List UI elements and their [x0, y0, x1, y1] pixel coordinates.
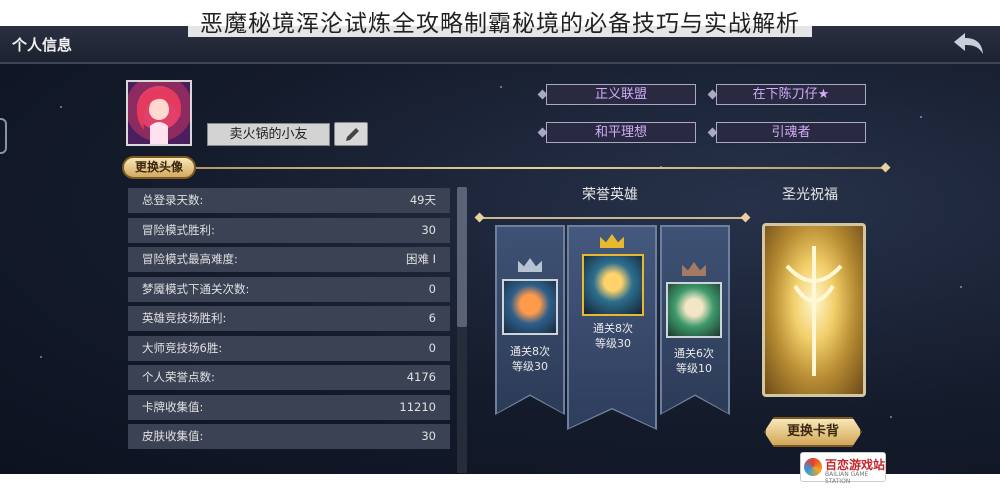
- stat-row: 个人荣誉点数: 4176: [128, 365, 450, 390]
- honor-heroes-title: 荣誉英雄: [582, 187, 638, 203]
- change-avatar-button[interactable]: 更换头像: [122, 156, 196, 179]
- watermark-subtitle: BAILIAN GAME STATION: [825, 471, 869, 485]
- game-screen: 个人信息 卖火锅的小友 更换头像 正义联盟 在下陈刀仔★ 和平理想 引魂者 总登…: [0, 26, 1000, 474]
- stat-row: 冒险模式胜利: 30: [128, 218, 450, 243]
- hero-portrait-2[interactable]: [582, 254, 644, 316]
- stat-row: 总登录天数: 49天: [128, 188, 450, 213]
- title-tag-1[interactable]: 正义联盟: [546, 84, 696, 105]
- title-tag-2[interactable]: 在下陈刀仔★: [716, 84, 866, 105]
- site-logo-icon: [804, 458, 822, 476]
- avatar: [126, 80, 192, 146]
- hero-1-level: 等级30: [512, 360, 548, 373]
- change-card-back-button[interactable]: 更换卡背: [764, 417, 862, 447]
- stats-scrollbar-thumb[interactable]: [457, 187, 467, 327]
- player-name-field: 卖火锅的小友: [207, 123, 330, 146]
- hero-2-level: 等级30: [595, 337, 631, 350]
- hero-portrait-3[interactable]: [666, 282, 722, 338]
- holy-light-emblem-icon: [785, 246, 843, 376]
- side-drawer-tab[interactable]: [0, 118, 7, 154]
- stat-row: 梦魇模式下通关次数: 0: [128, 277, 450, 302]
- hero-3-wins: 通关6次: [674, 347, 714, 360]
- blessing-title: 圣光祝福: [782, 187, 838, 203]
- hero-1-wins: 通关8次: [510, 345, 550, 358]
- title-tag-4[interactable]: 引魂者: [716, 122, 866, 143]
- card-back-preview: [762, 223, 866, 397]
- stat-row: 冒险模式最高难度: 困难 I: [128, 247, 450, 272]
- stat-row: 皮肤收集值: 30: [128, 424, 450, 449]
- title-tag-3[interactable]: 和平理想: [546, 122, 696, 143]
- hero-3-level: 等级10: [676, 362, 712, 375]
- edit-name-button[interactable]: [334, 122, 368, 146]
- character-portrait-icon: [136, 88, 181, 144]
- stat-row: 英雄竞技场胜利: 6: [128, 306, 450, 331]
- divider-line: [196, 167, 886, 169]
- pencil-icon: [346, 128, 359, 141]
- stats-list: 总登录天数: 49天 冒险模式胜利: 30 冒险模式最高难度: 困难 I 梦魇模式下通…: [124, 186, 468, 474]
- hero-portrait-1[interactable]: [502, 279, 558, 335]
- honor-heroes-divider: [478, 217, 746, 219]
- hero-2-wins: 通关8次: [593, 322, 633, 335]
- overlay-title: 恶魔秘境浑沦试炼全攻略制霸秘境的必备技巧与实战解析: [0, 4, 1000, 38]
- stat-row: 卡牌收集值: 11210: [128, 395, 450, 420]
- site-watermark: 百恋游戏站 BAILIAN GAME STATION: [800, 452, 886, 485]
- stat-row: 大师竞技场6胜: 0: [128, 336, 450, 361]
